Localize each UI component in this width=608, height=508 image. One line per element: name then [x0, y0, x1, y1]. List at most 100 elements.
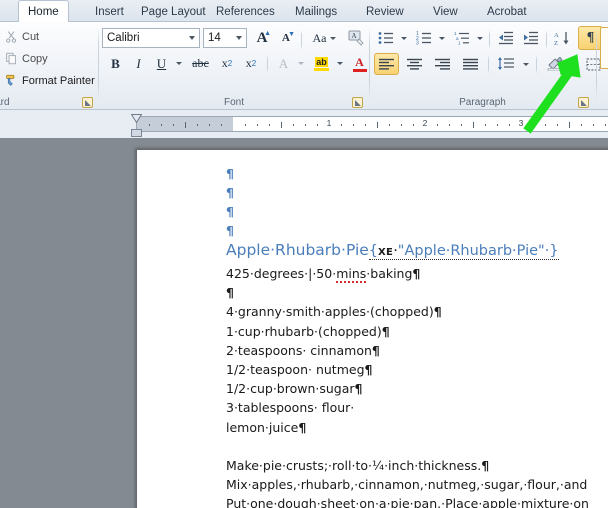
ribbon: Cut Copy Format Painter board [0, 22, 608, 110]
document-line[interactable]: Put·one·dough·sheet·on·a·pie·pan.·Place·… [226, 494, 608, 508]
chevron-down-icon[interactable] [329, 36, 336, 40]
sort-button[interactable]: A Z [550, 27, 576, 49]
document-line[interactable]: 4·granny·smith·apples·(chopped)¶ [226, 302, 608, 321]
horizontal-ruler[interactable]: 1 2 3 [136, 116, 608, 132]
mini-separator [489, 30, 490, 49]
document-line[interactable]: 1·cup·rhubarb·(chopped)¶ [226, 322, 608, 341]
bold-button[interactable]: B [105, 53, 126, 74]
heading-text: Apple·Rhubarb·Pie [226, 241, 369, 259]
font-color-button[interactable]: A [349, 53, 370, 74]
tab-view[interactable]: View [424, 1, 467, 22]
font-dialog-launcher[interactable] [352, 97, 363, 108]
word-window: Home Insert Page Layout References Maili… [0, 0, 608, 508]
align-right-button[interactable] [430, 53, 455, 75]
document-line[interactable]: Make·pie·crusts;·roll·to·¼·inch·thicknes… [226, 456, 608, 475]
clear-formatting-icon: A [348, 30, 364, 46]
bullets-dropdown[interactable] [398, 27, 410, 49]
change-case-button[interactable]: Aa [307, 27, 341, 49]
ribbon-group-styles: A [597, 22, 608, 110]
text-highlight-button[interactable]: ab [310, 53, 333, 74]
left-indent-marker[interactable] [131, 129, 142, 137]
chevron-down-icon[interactable] [185, 29, 199, 47]
multilevel-list-button[interactable]: 1a1 [450, 27, 473, 49]
paragraph-dialog-launcher[interactable] [578, 97, 589, 108]
highlight-dropdown[interactable] [334, 53, 346, 74]
underline-button[interactable]: U [151, 53, 172, 74]
font-size-combo[interactable]: 14 [203, 28, 247, 48]
empty-paragraph: ¶ [226, 183, 608, 202]
bullet-list-icon [378, 32, 393, 44]
style-gallery-item-normal[interactable]: A [600, 27, 608, 69]
tab-references[interactable]: References [207, 1, 284, 22]
ruler-area: 1 2 3 [0, 110, 608, 138]
font-color-icon: A [355, 54, 364, 69]
font-name-combo[interactable]: Calibri [102, 28, 200, 48]
font-group-label: Font [223, 97, 244, 108]
copy-icon [6, 52, 16, 65]
document-line[interactable]: 425·degrees·|·50·mins·baking¶ [226, 264, 608, 283]
index-field-xe[interactable]: {XE·"Apple·Rhubarb·Pie"·} [368, 243, 559, 260]
document-line[interactable]: lemon·juice¶ [226, 418, 608, 437]
text-effects-dropdown[interactable] [295, 53, 307, 74]
underline-icon: U [156, 55, 167, 71]
line-text: 1/2·cup·brown·sugar [226, 381, 355, 397]
tab-home[interactable]: Home [18, 0, 69, 23]
text-effects-button[interactable]: A [273, 53, 294, 74]
line-spacing-dropdown[interactable] [520, 53, 532, 75]
shrink-font-button[interactable]: A ▼ [275, 27, 297, 49]
pilcrow-mark: ¶ [226, 285, 234, 301]
chevron-down-icon [175, 62, 182, 65]
line-spacing-button[interactable] [493, 53, 519, 75]
line-text: 1·cup·rhubarb·(chopped) [226, 323, 382, 339]
tab-mailings[interactable]: Mailings [286, 1, 346, 22]
strikethrough-button[interactable]: abc [188, 53, 213, 74]
justify-button[interactable] [458, 53, 483, 75]
shading-button[interactable] [542, 53, 568, 75]
svg-text:1: 1 [458, 41, 461, 46]
superscript-button[interactable]: x2 [240, 53, 262, 74]
strikethrough-icon: abc [192, 56, 209, 70]
misspelled-word: mins [336, 266, 367, 283]
document-line[interactable]: Mix·apples,·rhubarb,·cinnamon,·nutmeg,·s… [226, 475, 608, 494]
pilcrow-mark: ¶ [412, 266, 421, 281]
document-canvas[interactable]: ¶ ¶ ¶ ¶ Apple·Rhubarb·Pie{XE·"Apple·Rhub… [0, 138, 608, 508]
align-center-button[interactable] [402, 53, 427, 75]
increase-indent-button[interactable] [519, 27, 542, 49]
document-text[interactable]: ¶ ¶ ¶ ¶ Apple·Rhubarb·Pie{XE·"Apple·Rhub… [226, 164, 608, 508]
align-left-button[interactable] [374, 53, 399, 75]
subscript-button[interactable]: x2 [216, 53, 238, 74]
numbering-dropdown[interactable] [436, 27, 448, 49]
ruler-number-2: 2 [422, 118, 428, 128]
copy-button[interactable]: Copy [5, 52, 48, 65]
tab-insert[interactable]: Insert [86, 1, 133, 22]
document-page[interactable]: ¶ ¶ ¶ ¶ Apple·Rhubarb·Pie{XE·"Apple·Rhub… [137, 150, 608, 508]
pilcrow-mark: ¶ [226, 204, 234, 219]
format-painter-button[interactable]: Format Painter [5, 74, 95, 87]
document-line[interactable]: 1/2·cup·brown·sugar¶ [226, 379, 608, 398]
mini-separator [267, 55, 268, 73]
document-line[interactable]: 1/2·teaspoon· nutmeg¶ [226, 360, 608, 379]
field-entry-text: "Apple·Rhubarb·Pie" [397, 243, 545, 259]
bullets-button[interactable] [374, 27, 397, 49]
grow-font-button[interactable]: A ▲ [251, 27, 273, 49]
document-heading[interactable]: Apple·Rhubarb·Pie{XE·"Apple·Rhubarb·Pie"… [226, 240, 608, 264]
document-line[interactable]: ¶ [226, 283, 608, 302]
cut-button[interactable]: Cut [5, 30, 39, 43]
clipboard-dialog-launcher[interactable] [82, 97, 93, 108]
multilevel-list-dropdown[interactable] [474, 27, 486, 49]
line-text: 4·granny·smith·apples·(chopped) [226, 304, 434, 320]
chevron-down-icon[interactable] [232, 29, 246, 47]
first-line-indent-marker[interactable] [131, 114, 142, 123]
tab-review[interactable]: Review [357, 1, 413, 22]
tab-acrobat[interactable]: Acrobat [478, 1, 536, 22]
document-line[interactable]: 2·teaspoons· cinnamon¶ [226, 341, 608, 360]
clear-formatting-button[interactable]: A [345, 27, 367, 49]
decrease-indent-button[interactable] [494, 27, 517, 49]
tab-page-layout[interactable]: Page Layout [132, 1, 215, 22]
shading-dropdown[interactable] [569, 53, 581, 75]
format-painter-label: Format Painter [22, 74, 95, 87]
numbering-button[interactable]: 123 [412, 27, 435, 49]
document-line[interactable]: 3·tablespoons· flour· [226, 398, 608, 417]
italic-button[interactable]: I [128, 53, 149, 74]
underline-dropdown[interactable] [172, 53, 185, 74]
